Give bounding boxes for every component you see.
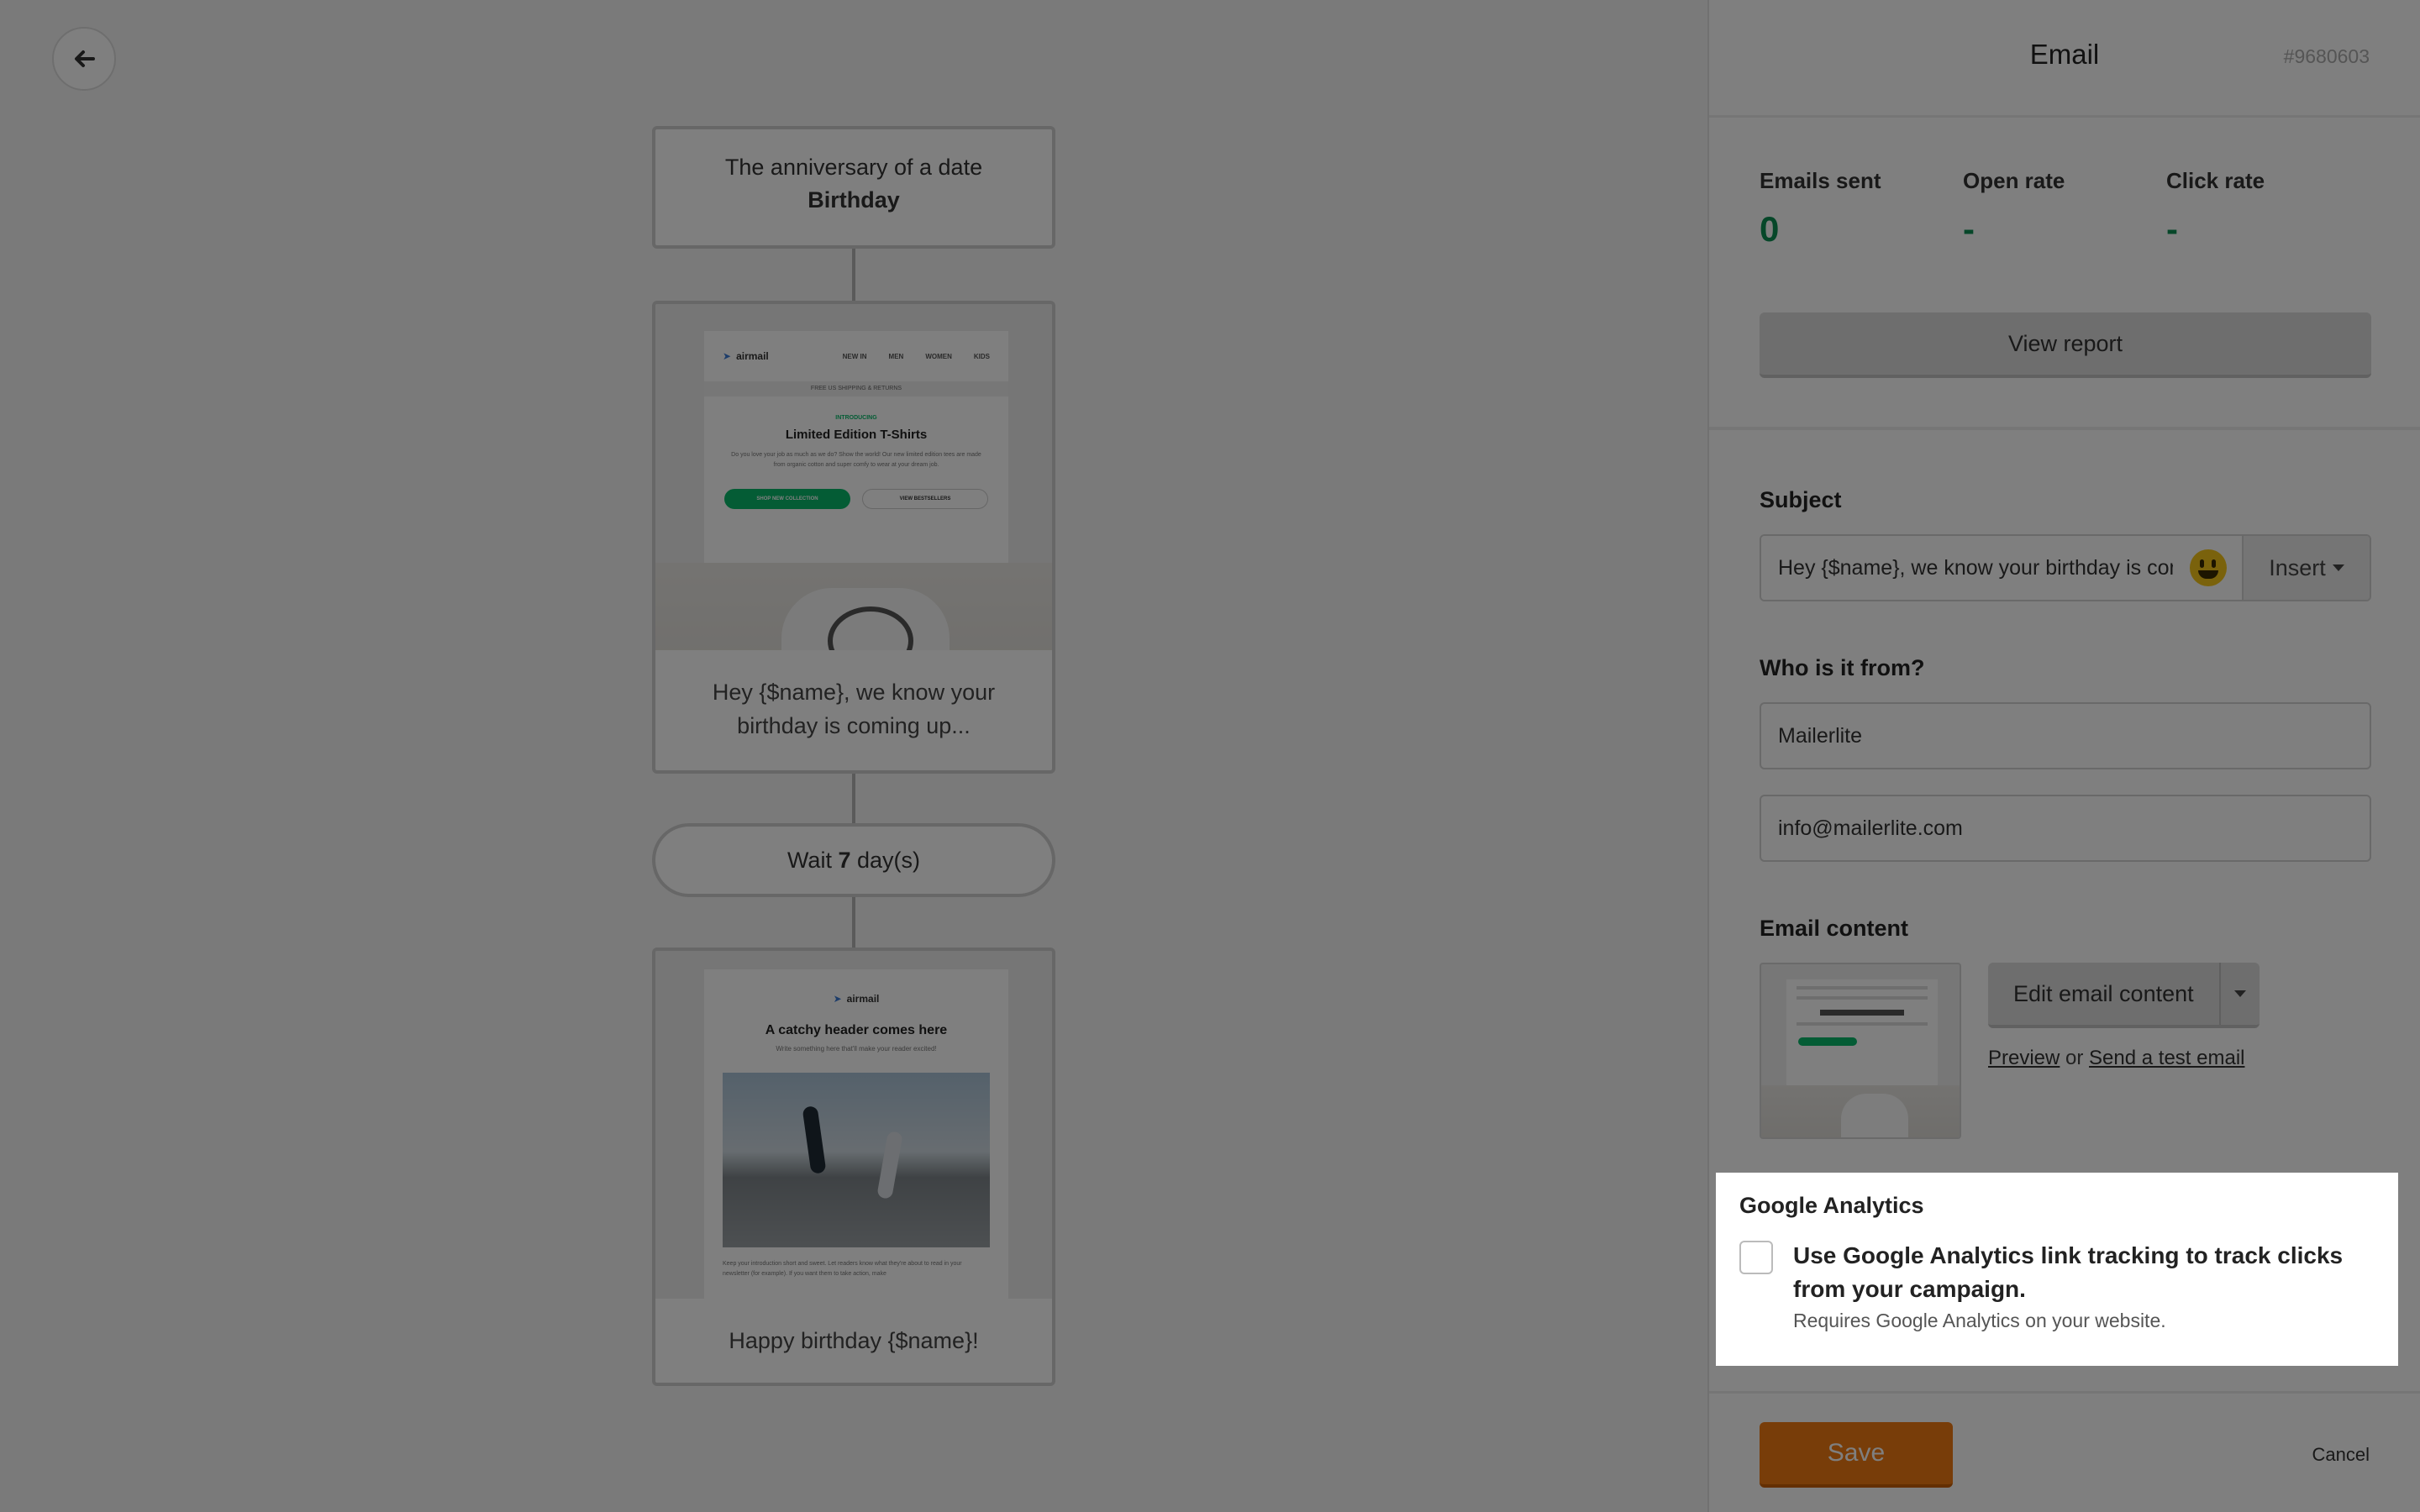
from-name-input[interactable] — [1760, 702, 2371, 769]
menu-item: WOMEN — [925, 352, 952, 360]
stat-emails-sent: Emails sent 0 — [1760, 168, 1963, 249]
ga-option-hint: Requires Google Analytics on your websit… — [1793, 1310, 2166, 1331]
newsletter-secondary-button: VIEW BESTSELLERS — [862, 489, 988, 509]
trigger-description: The anniversary of a date — [724, 155, 983, 180]
menu-item: MEN — [888, 352, 904, 360]
connector-line — [852, 897, 855, 948]
email-node[interactable]: airmail A catchy header comes here Write… — [652, 948, 1055, 1386]
newsletter-headline: A catchy header comes here — [765, 1023, 948, 1037]
edit-content-group: Edit email content — [1988, 963, 2260, 1028]
trigger-field: Birthday — [808, 187, 900, 213]
thumbnail-line — [1797, 986, 1928, 990]
stats-row: Emails sent 0 Open rate - Click rate - — [1709, 118, 2420, 249]
ga-option: Use Google Analytics link tracking to tr… — [1739, 1239, 2375, 1332]
stat-label: Emails sent — [1760, 168, 1881, 193]
workflow-canvas: The anniversary of a date Birthday airma… — [0, 0, 1707, 1512]
brand-logo: airmail — [723, 350, 769, 362]
subject-input[interactable] — [1761, 536, 2190, 600]
plant-graphic — [655, 647, 731, 650]
stat-value: - — [2166, 209, 2178, 249]
email-content-thumbnail[interactable] — [1760, 963, 1961, 1139]
tshirt-graphic — [781, 588, 950, 650]
edit-options-dropdown[interactable] — [2218, 963, 2260, 1025]
connector-line — [852, 774, 855, 823]
subject-label: Subject — [1760, 487, 1842, 512]
stat-label: Open rate — [1963, 168, 2065, 193]
edit-email-content-button[interactable]: Edit email content — [1988, 963, 2219, 1025]
emoji-icon[interactable] — [2190, 549, 2227, 586]
email-thumbnail: airmail NEW IN MEN WOMEN KIDS FREE US SH… — [655, 304, 1052, 650]
panel-header: Email #9680603 — [1709, 0, 2420, 118]
insert-label: Insert — [2269, 554, 2326, 580]
menu-item: NEW IN — [842, 352, 867, 360]
or-text: or — [2065, 1047, 2084, 1069]
thumbnail-button — [1798, 1037, 1857, 1046]
person-figure — [802, 1105, 827, 1174]
email-content-label: Email content — [1760, 916, 1909, 941]
person-figure — [876, 1131, 903, 1200]
connector-line — [852, 249, 855, 301]
thumbnail-headline — [1820, 1010, 1904, 1016]
wait-unit: day(s) — [857, 848, 921, 873]
email-node[interactable]: airmail NEW IN MEN WOMEN KIDS FREE US SH… — [652, 301, 1055, 774]
ga-option-label[interactable]: Use Google Analytics link tracking to tr… — [1793, 1239, 2375, 1306]
email-subject-caption: Happy birthday {$name}! — [729, 1328, 979, 1353]
insert-button[interactable]: Insert — [2242, 536, 2370, 600]
thumbnail-photo — [1761, 1085, 1960, 1137]
content-links: Preview or Send a test email — [1988, 1047, 2244, 1070]
stat-click-rate: Click rate - — [2166, 168, 2370, 249]
shipping-strip: FREE US SHIPPING & RETURNS — [704, 381, 1008, 396]
ga-option-text: Use Google Analytics link tracking to tr… — [1793, 1239, 2375, 1332]
stat-value: - — [1963, 209, 1975, 249]
view-report-button[interactable]: View report — [1760, 312, 2371, 378]
newsletter-body: Do you love your job as much as we do? S… — [731, 452, 981, 468]
ga-tracking-checkbox[interactable] — [1739, 1241, 1773, 1274]
newsletter-photo — [723, 1073, 990, 1247]
caret-down-icon — [2233, 990, 2246, 997]
subject-field: Insert — [1760, 534, 2371, 601]
ga-title: Google Analytics — [1739, 1193, 1924, 1218]
newsletter-preview: airmail NEW IN MEN WOMEN KIDS FREE US SH… — [655, 331, 1052, 650]
newsletter-preview: airmail A catchy header comes here Write… — [704, 969, 1008, 1299]
preview-link[interactable]: Preview — [1988, 1047, 2060, 1069]
wait-value: 7 — [838, 848, 851, 873]
newsletter-body: Keep your introduction short and sweet. … — [723, 1261, 962, 1277]
google-analytics-section: Google Analytics Use Google Analytics li… — [1716, 1173, 2398, 1366]
save-button[interactable]: Save — [1760, 1422, 1953, 1488]
back-arrow-icon — [75, 50, 95, 67]
from-label: Who is it from? — [1760, 655, 1925, 680]
stat-open-rate: Open rate - — [1963, 168, 2166, 249]
newsletter-tag: INTRODUCING — [835, 415, 877, 421]
stat-label: Click rate — [2166, 168, 2265, 193]
trigger-node[interactable]: The anniversary of a date Birthday — [652, 126, 1055, 249]
panel-footer: Save Cancel — [1709, 1391, 2420, 1512]
wait-node[interactable]: Wait 7 day(s) — [652, 823, 1055, 897]
newsletter-subheadline: Write something here that'll make your r… — [776, 1045, 937, 1053]
newsletter-primary-button: SHOP NEW COLLECTION — [724, 489, 850, 509]
divider — [1709, 427, 2420, 430]
brand-logo: airmail — [704, 993, 1008, 1005]
back-button[interactable] — [52, 27, 116, 91]
newsletter-photo — [655, 563, 1052, 650]
caret-down-icon — [2332, 564, 2344, 571]
stat-value: 0 — [1760, 209, 1780, 249]
menu-item: KIDS — [973, 352, 990, 360]
email-id: #9680603 — [2283, 45, 2370, 67]
send-test-email-link[interactable]: Send a test email — [2089, 1047, 2244, 1069]
thumbnail-line — [1797, 1022, 1928, 1026]
email-subject-caption: Hey {$name}, we know your birthday is co… — [712, 680, 996, 738]
from-email-input[interactable] — [1760, 795, 2371, 862]
cancel-link[interactable]: Cancel — [2312, 1444, 2370, 1466]
newsletter-menu: NEW IN MEN WOMEN KIDS — [843, 353, 990, 360]
newsletter-headline: Limited Edition T-Shirts — [785, 428, 928, 442]
wait-prefix: Wait — [786, 848, 832, 873]
thumbnail-newsletter — [1761, 979, 1960, 1137]
email-thumbnail: airmail A catchy header comes here Write… — [655, 951, 1052, 1299]
thumbnail-line — [1797, 996, 1928, 1000]
